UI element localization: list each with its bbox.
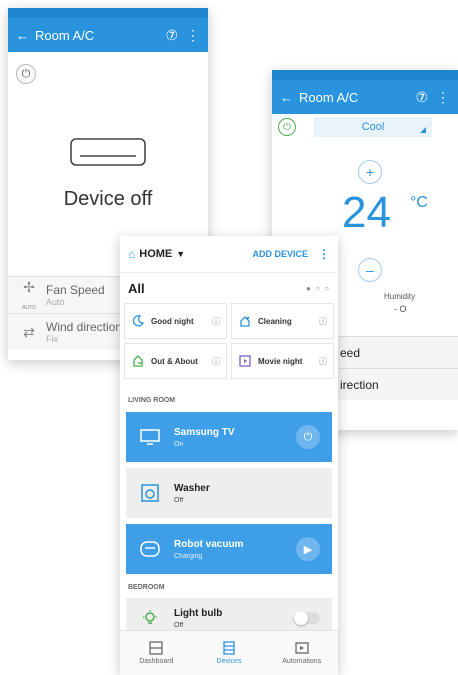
info-icon[interactable]: ⓘ bbox=[319, 316, 327, 327]
scene-label: Good night bbox=[151, 316, 194, 326]
scene-good-night[interactable]: Good night ⓘ bbox=[124, 303, 227, 339]
device-card-robot-vacuum[interactable]: Robot vacuum Charging ▶ bbox=[126, 524, 332, 574]
back-arrow-icon[interactable]: ← bbox=[280, 90, 293, 105]
wind-direction-value: Fix bbox=[46, 334, 58, 344]
washer-icon bbox=[138, 481, 162, 505]
light-bulb-icon bbox=[138, 606, 162, 630]
scene-label: Cleaning bbox=[258, 316, 292, 326]
status-bar bbox=[8, 8, 208, 18]
toggle-knob bbox=[294, 611, 308, 625]
device-name: Samsung TV bbox=[174, 426, 235, 438]
device-status: Off bbox=[174, 496, 184, 504]
device-status: On bbox=[174, 440, 184, 448]
help-icon[interactable]: ⑦ bbox=[165, 27, 178, 44]
location-selector[interactable]: HOME bbox=[139, 248, 172, 260]
fan-speed-value: Auto bbox=[46, 297, 65, 307]
scene-label: Out & About bbox=[151, 356, 198, 366]
scene-label: Movie night bbox=[258, 356, 303, 366]
power-icon[interactable]: ⏻ bbox=[296, 425, 320, 449]
humidity-value: - O bbox=[394, 304, 407, 314]
temperature-unit: °C bbox=[410, 194, 428, 211]
nav-label: Automations bbox=[282, 658, 322, 665]
tv-icon bbox=[138, 425, 162, 449]
mode-value: Cool bbox=[361, 121, 385, 133]
back-arrow-icon[interactable]: ← bbox=[16, 28, 29, 43]
scenes-grid: Good night ⓘ Cleaning ⓘ Out & About ⓘ Mo… bbox=[120, 303, 338, 379]
more-options-icon[interactable]: ⋮ bbox=[186, 27, 200, 44]
devices-icon bbox=[222, 641, 236, 655]
power-button[interactable]: ⏻ bbox=[278, 118, 296, 136]
fan-speed-label: Fan Speed bbox=[46, 283, 105, 297]
air-conditioner-icon bbox=[70, 138, 146, 168]
wind-direction-label: Wind direction bbox=[46, 320, 123, 334]
devices-screen: ⌂ HOME ▼ ADD DEVICE ⋮ All ● ○ ○ Good nig… bbox=[120, 236, 338, 675]
screen-title: Room A/C bbox=[299, 89, 359, 105]
play-icon[interactable]: ▶ bbox=[296, 537, 320, 561]
help-icon[interactable]: ⑦ bbox=[415, 89, 428, 106]
cleaning-icon bbox=[238, 315, 252, 327]
section-living-room: LIVING ROOM bbox=[128, 397, 176, 404]
device-status: Charging bbox=[174, 552, 203, 560]
home-exit-icon bbox=[131, 355, 145, 367]
power-button[interactable]: ⏻ bbox=[16, 64, 36, 84]
filter-row: All ● ○ ○ bbox=[120, 273, 338, 303]
app-bar: ← Room A/C ⑦ ⋮ bbox=[272, 80, 458, 114]
chevron-down-icon[interactable]: ▼ bbox=[176, 249, 185, 259]
device-name: Light bulb bbox=[174, 607, 223, 619]
device-status: Device off bbox=[63, 188, 153, 210]
control-bar: ⏻ Cool bbox=[272, 114, 458, 140]
info-icon[interactable]: ⓘ bbox=[319, 356, 327, 367]
movie-icon bbox=[238, 355, 252, 367]
device-status: Off bbox=[174, 621, 184, 629]
decrease-temp-button[interactable]: – bbox=[358, 258, 382, 282]
info-icon[interactable]: ⓘ bbox=[212, 316, 220, 327]
filter-title: All bbox=[128, 280, 145, 296]
dashboard-icon bbox=[149, 641, 163, 655]
info-icon[interactable]: ⓘ bbox=[212, 356, 220, 367]
header: ⌂ HOME ▼ ADD DEVICE ⋮ bbox=[120, 236, 338, 273]
nav-devices[interactable]: Devices bbox=[193, 631, 266, 675]
device-name: Robot vacuum bbox=[174, 538, 244, 550]
mode-select[interactable]: Cool bbox=[314, 117, 432, 137]
app-bar: ← Room A/C ⑦ ⋮ bbox=[8, 18, 208, 52]
moon-icon bbox=[131, 315, 145, 327]
page-indicator: ● ○ ○ bbox=[306, 283, 330, 293]
home-icon: ⌂ bbox=[128, 247, 136, 261]
wind-direction-icon: ⇄ bbox=[23, 323, 35, 340]
scene-cleaning[interactable]: Cleaning ⓘ bbox=[231, 303, 334, 339]
robot-vacuum-icon bbox=[138, 537, 162, 561]
add-device-button[interactable]: ADD DEVICE bbox=[252, 249, 308, 259]
nav-automations[interactable]: Automations bbox=[265, 631, 338, 675]
humidity-label: Humidity bbox=[384, 292, 416, 301]
device-card-washer[interactable]: Washer Off bbox=[126, 468, 332, 518]
dropdown-caret-icon bbox=[420, 127, 426, 133]
automations-icon bbox=[295, 641, 309, 655]
device-name: Washer bbox=[174, 482, 210, 494]
device-card-samsung-tv[interactable]: Samsung TV On ⏻ bbox=[126, 412, 332, 462]
status-bar bbox=[272, 70, 458, 80]
more-options-icon[interactable]: ⋮ bbox=[436, 89, 450, 106]
more-options-icon[interactable]: ⋮ bbox=[318, 247, 330, 261]
bottom-navigation: Dashboard Devices Automations bbox=[120, 630, 338, 675]
nav-label: Dashboard bbox=[139, 658, 174, 665]
screen-title: Room A/C bbox=[35, 27, 95, 43]
section-bedroom: BEDROOM bbox=[128, 584, 165, 591]
scene-movie-night[interactable]: Movie night ⓘ bbox=[231, 343, 334, 379]
light-toggle[interactable] bbox=[294, 611, 320, 625]
nav-label: Devices bbox=[216, 658, 242, 665]
nav-dashboard[interactable]: Dashboard bbox=[120, 631, 193, 675]
fan-icon: ✢ AUTO bbox=[22, 278, 36, 311]
increase-temp-button[interactable]: + bbox=[358, 160, 382, 184]
scene-out-and-about[interactable]: Out & About ⓘ bbox=[124, 343, 227, 379]
temperature-value: 24 bbox=[342, 188, 391, 237]
